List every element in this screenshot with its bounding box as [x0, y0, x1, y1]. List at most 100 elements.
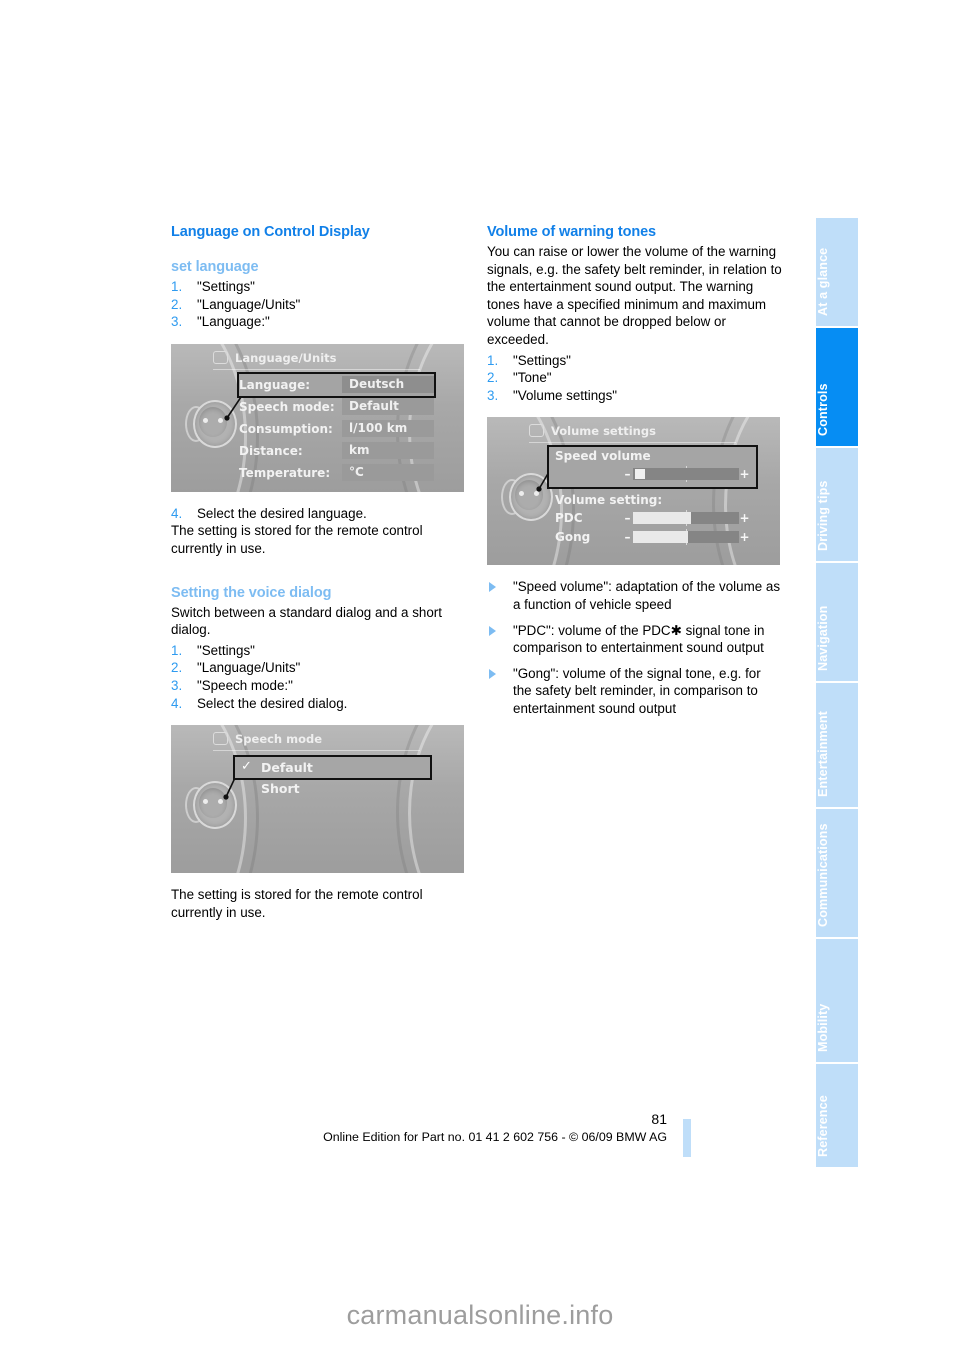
row-label: Temperature: [239, 465, 331, 480]
note-remote-control-2: The setting is stored for the remote con… [171, 887, 423, 920]
list-item: "Speed volume": adaptation of the volume… [487, 578, 783, 613]
table-row[interactable]: Speech mode: Default [239, 396, 434, 418]
slider-tick [686, 542, 687, 545]
minus-icon[interactable]: – [622, 511, 633, 525]
menu-rows: Language: Deutsch Speech mode: Default C… [237, 371, 436, 484]
list-item[interactable]: Short [235, 778, 430, 799]
idrive-controller-icon [501, 473, 553, 522]
idrive-controller-icon [185, 399, 237, 448]
list-item: 1. "Settings" [487, 352, 783, 370]
step-text: "Volume settings" [513, 387, 618, 403]
row-label: Speech mode: [239, 399, 335, 414]
settings-icon [213, 350, 228, 364]
warning-tones-intro: You can raise or lower the volume of the… [487, 244, 782, 347]
slider-track[interactable] [633, 528, 739, 545]
step-number: 2. [171, 660, 183, 676]
step-number: 3. [171, 677, 183, 693]
pdc-slider[interactable]: – + [622, 509, 750, 526]
tab-label: Navigation [816, 605, 830, 671]
step-text: "Language:" [197, 314, 270, 330]
subheading-set-language: set language [171, 259, 259, 275]
table-row[interactable]: Language: Deutsch [237, 371, 436, 398]
volume-options-list: "Speed volume": adaptation of the volume… [487, 578, 783, 717]
list-item: 1. "Settings" [171, 642, 467, 660]
list-item[interactable]: ✓ Default [233, 755, 432, 781]
pdc-label: PDC [555, 510, 583, 525]
figure-header: Speech mode [213, 730, 420, 752]
row-label: Consumption: [239, 421, 333, 436]
gong-row[interactable]: Gong – + [555, 527, 750, 546]
step-text: "Language/Units" [197, 296, 301, 312]
sidebar-item-driving-tips[interactable]: Driving tips [816, 448, 858, 561]
plus-icon[interactable]: + [739, 511, 750, 525]
table-row[interactable]: Temperature: °C [239, 462, 434, 484]
chapter-tab-strip: At a glance Controls Driving tips Naviga… [816, 218, 858, 1169]
sidebar-item-entertainment[interactable]: Entertainment [816, 683, 858, 807]
sidebar-item-controls[interactable]: Controls [816, 328, 858, 446]
minus-icon[interactable]: – [622, 467, 633, 481]
edition-line: Online Edition for Part no. 01 41 2 602 … [323, 1130, 667, 1144]
choice-label: Short [261, 781, 300, 797]
list-item: 2. "Language/Units" [171, 659, 467, 677]
subheading-voice-dialog: Setting the voice dialog [171, 584, 332, 601]
step-text: Select the desired dialog. [197, 695, 348, 711]
asterisk-icon: ✱ [670, 622, 682, 638]
figure-speech-mode-screen: Speech mode ✓ Default Short [171, 725, 464, 874]
slider-fill [633, 530, 689, 543]
voice-dialog-intro: Switch between a standard dialog and a s… [171, 604, 442, 638]
step-number: 4. [171, 505, 183, 521]
step-number: 3. [487, 387, 499, 403]
plus-icon[interactable]: + [739, 467, 750, 481]
sidebar-item-reference[interactable]: Reference [816, 1064, 858, 1167]
left-column: Language on Control Display set language… [171, 224, 467, 924]
step-number: 2. [171, 296, 183, 312]
page-title: Language on Control Display [171, 224, 370, 240]
settings-icon [213, 732, 228, 746]
speed-volume-slider[interactable]: – + [622, 465, 750, 482]
volume-setting-label: Volume setting: [555, 493, 663, 508]
figure-volume-settings-screen: Volume settings Speed volume – + Volume … [487, 417, 780, 566]
plus-icon[interactable]: + [739, 530, 750, 544]
note-remote-control-1: The setting is stored for the remote con… [171, 523, 423, 556]
tone-icon [529, 424, 544, 438]
sidebar-item-mobility[interactable]: Mobility [816, 939, 858, 1062]
speed-volume-row[interactable]: – + [555, 464, 750, 483]
page-edge-marker [683, 1119, 691, 1157]
slider-track[interactable] [633, 509, 739, 526]
list-item: 4. Select the desired language. [171, 505, 467, 523]
slider-tick [686, 523, 687, 526]
slider-track[interactable] [633, 465, 739, 482]
sidebar-item-communications[interactable]: Communications [816, 809, 858, 937]
choice-list: ✓ Default Short [233, 755, 432, 799]
choice-label: Default [261, 760, 313, 776]
tab-label: At a glance [816, 247, 830, 316]
step-4-select-language: 4. Select the desired language. [171, 505, 467, 523]
list-item: 2. "Tone" [487, 369, 783, 387]
step-number: 1. [171, 279, 183, 294]
figure-header-label: Language/Units [235, 350, 337, 365]
figure-language-units-screen: Language/Units Language: Deutsch Speech … [171, 343, 464, 492]
tab-label: Controls [816, 383, 830, 436]
slider-handle[interactable] [635, 468, 645, 479]
row-value: km [342, 442, 434, 460]
speed-volume-group[interactable]: Speed volume – + [547, 445, 758, 490]
steps-voice-dialog: 1. "Settings" 2. "Language/Units" 3. "Sp… [171, 642, 467, 712]
gong-slider[interactable]: – + [622, 528, 750, 545]
tab-label: Communications [816, 823, 830, 927]
step-text: "Settings" [513, 352, 571, 368]
pdc-row[interactable]: PDC – + [555, 508, 750, 527]
minus-icon[interactable]: – [622, 530, 633, 544]
manual-page: Language on Control Display set language… [0, 0, 960, 1358]
tab-label: Mobility [816, 1003, 830, 1052]
step-text: Select the desired language. [197, 505, 367, 521]
sidebar-item-at-a-glance[interactable]: At a glance [816, 218, 858, 326]
figure-header: Language/Units [213, 349, 420, 370]
step-text: "Tone" [513, 370, 552, 386]
sidebar-item-navigation[interactable]: Navigation [816, 563, 858, 681]
figure-header-label: Volume settings [551, 424, 656, 439]
tab-label: Entertainment [816, 711, 830, 797]
right-column: Volume of warning tones You can raise or… [487, 224, 783, 726]
table-row[interactable]: Consumption: l/100 km [239, 418, 434, 440]
bullet-text: "PDC": volume of the PDC [513, 622, 671, 638]
table-row[interactable]: Distance: km [239, 440, 434, 462]
